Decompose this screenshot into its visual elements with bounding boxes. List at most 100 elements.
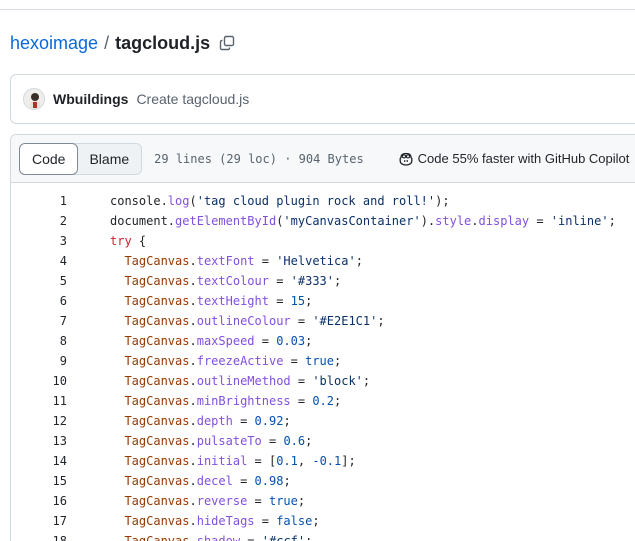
- code-token: TagCanvas: [124, 374, 190, 388]
- user-avatar[interactable]: [23, 88, 45, 110]
- code-token: ;: [334, 274, 342, 288]
- line-number[interactable]: 4: [11, 254, 67, 268]
- code-token: textFont: [196, 254, 255, 268]
- line-number[interactable]: 7: [11, 314, 67, 328]
- code-line: 8 TagCanvas.maxSpeed = 0.03;: [11, 331, 635, 351]
- code-token: document.: [110, 214, 176, 228]
- code-token: =: [247, 494, 269, 508]
- line-number[interactable]: 1: [11, 194, 67, 208]
- line-number[interactable]: 17: [11, 514, 67, 528]
- code-view[interactable]: 1 console.log('tag cloud plugin rock and …: [11, 191, 635, 541]
- code-token: 0.6: [283, 434, 306, 448]
- commit-author[interactable]: Wbuildings: [53, 91, 128, 107]
- view-toggle: Code Blame: [19, 142, 143, 175]
- line-number[interactable]: 2: [11, 214, 67, 228]
- copilot-promo-text: Code 55% faster with GitHub Copilot: [417, 151, 630, 166]
- copy-path-button[interactable]: [218, 34, 236, 52]
- code-token: style: [435, 214, 472, 228]
- code-token: textHeight: [196, 294, 269, 308]
- code-text: TagCanvas.minBrightness = 0.2;: [110, 394, 341, 408]
- code-token: TagCanvas: [124, 474, 190, 488]
- code-token: decel: [196, 474, 233, 488]
- file-stats: 29 lines (29 loc) · 904 Bytes: [154, 151, 364, 166]
- code-token: ;: [283, 474, 291, 488]
- code-token: .: [189, 334, 197, 348]
- line-number[interactable]: 9: [11, 354, 67, 368]
- code-token: false: [276, 514, 313, 528]
- code-token: reverse: [196, 494, 248, 508]
- code-token: ;: [305, 534, 313, 541]
- code-token: TagCanvas: [124, 434, 190, 448]
- code-token: =: [232, 474, 255, 488]
- line-number[interactable]: 14: [11, 454, 67, 468]
- line-number[interactable]: 3: [11, 234, 67, 248]
- line-number[interactable]: 10: [11, 374, 67, 388]
- tab-blame[interactable]: Blame: [77, 144, 141, 174]
- code-token: pulsateTo: [196, 434, 262, 448]
- code-token: ;: [297, 494, 306, 508]
- code-text: TagCanvas.hideTags = false;: [110, 514, 319, 528]
- code-token: TagCanvas: [124, 294, 190, 308]
- line-number[interactable]: 12: [11, 414, 67, 428]
- code-token: TagCanvas: [124, 414, 190, 428]
- code-token: ;: [377, 314, 385, 328]
- code-text: TagCanvas.textColour = '#333';: [110, 274, 341, 288]
- code-token: .: [189, 434, 197, 448]
- code-token: try: [110, 234, 132, 248]
- copilot-icon: [399, 152, 413, 166]
- code-line: 9 TagCanvas.freezeActive = true;: [11, 351, 635, 371]
- line-number[interactable]: 5: [11, 274, 67, 288]
- code-token: true: [268, 494, 298, 508]
- code-line: 18 TagCanvas.shadow = '#ccf';: [11, 531, 635, 541]
- code-token: 'inline': [550, 214, 609, 228]
- code-token: .: [189, 254, 197, 268]
- code-token: TagCanvas: [124, 394, 190, 408]
- code-text: TagCanvas.depth = 0.92;: [110, 414, 290, 428]
- code-token: .: [189, 454, 197, 468]
- line-number[interactable]: 8: [11, 334, 67, 348]
- code-token: =: [268, 274, 291, 288]
- code-token: =: [232, 414, 255, 428]
- code-text: TagCanvas.pulsateTo = 0.6;: [110, 434, 312, 448]
- code-token: 'Helvetica': [276, 254, 356, 268]
- code-token: ;: [362, 374, 371, 388]
- copilot-promo-link[interactable]: Code 55% faster with GitHub Copilot: [398, 151, 630, 167]
- line-number[interactable]: 16: [11, 494, 67, 508]
- commit-message[interactable]: Create tagcloud.js: [136, 91, 249, 107]
- code-token: console.: [110, 194, 168, 208]
- code-token: .: [189, 274, 197, 288]
- line-number[interactable]: 13: [11, 434, 67, 448]
- code-token: =: [283, 354, 306, 368]
- line-number[interactable]: 18: [11, 534, 67, 541]
- code-token: 15: [290, 294, 306, 308]
- line-number[interactable]: 15: [11, 474, 67, 488]
- code-text: TagCanvas.textHeight = 15;: [110, 294, 312, 308]
- code-token: .: [189, 414, 197, 428]
- line-number[interactable]: 11: [11, 394, 67, 408]
- code-token: ;: [305, 294, 313, 308]
- code-token: TagCanvas: [124, 254, 190, 268]
- tab-code[interactable]: Code: [19, 142, 79, 175]
- breadcrumb-repo-link[interactable]: hexoimage: [10, 33, 98, 54]
- code-token: =: [268, 294, 291, 308]
- code-text: TagCanvas.outlineColour = '#E2E1C1';: [110, 314, 385, 328]
- code-token: TagCanvas: [124, 494, 190, 508]
- code-token: true: [305, 354, 335, 368]
- line-number[interactable]: 6: [11, 294, 67, 308]
- code-token: 'block': [312, 374, 363, 388]
- code-text: try {: [110, 234, 146, 248]
- copy-icon: [219, 35, 235, 51]
- code-token: =: [290, 314, 313, 328]
- code-token: minBrightness: [196, 394, 291, 408]
- code-token: hideTags: [196, 514, 255, 528]
- code-token: .: [189, 534, 197, 541]
- code-token: .: [189, 294, 197, 308]
- code-token: =: [254, 254, 277, 268]
